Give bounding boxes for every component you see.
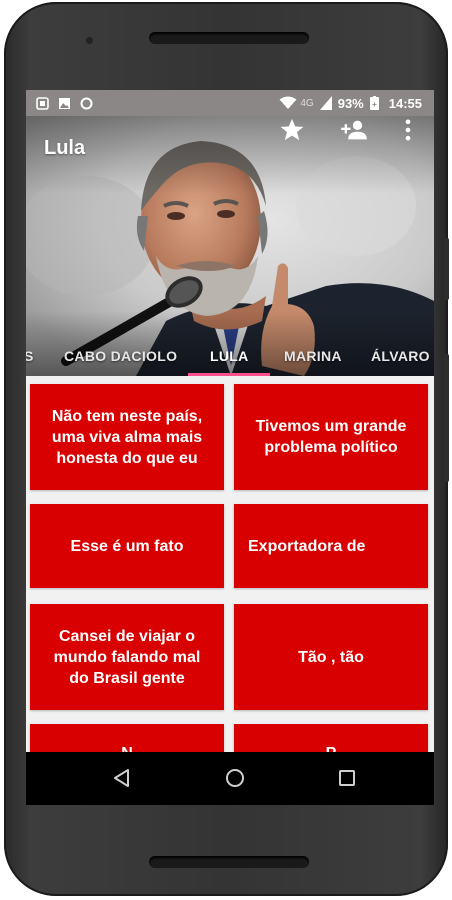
front-camera	[86, 37, 93, 44]
image-icon	[59, 97, 70, 109]
power-button	[444, 354, 449, 482]
screen: 4G 93% + 14:55 Lula S CABO DACIOLO LULA …	[26, 90, 434, 805]
phrase-button[interactable]: Tivemos um grande problema político	[234, 384, 428, 490]
network-label: 4G	[300, 97, 314, 109]
top-speaker	[149, 32, 309, 44]
notification-icon	[36, 96, 49, 110]
phone-frame: 4G 93% + 14:55 Lula S CABO DACIOLO LULA …	[4, 2, 449, 896]
phrase-grid: Não tem neste país, uma viva alma mais h…	[26, 376, 434, 764]
volume-button	[444, 238, 449, 300]
navigation-bar	[26, 752, 434, 805]
phrase-button[interactable]: Não tem neste país, uma viva alma mais h…	[30, 384, 224, 490]
svg-text:+: +	[372, 100, 377, 109]
signal-icon	[319, 96, 332, 110]
battery-percent: 93%	[337, 95, 364, 111]
phrase-button[interactable]: Cansei de viajar o mundo falando mal do …	[30, 604, 224, 710]
status-bar: 4G 93% + 14:55	[26, 90, 434, 116]
phrase-button[interactable]: Exportadora de	[234, 504, 428, 588]
phrase-button[interactable]: Esse é um fato	[30, 504, 224, 588]
phrase-button[interactable]: Tão , tão	[234, 604, 428, 710]
tab-marina[interactable]: MARINA	[284, 348, 342, 364]
tab-lula[interactable]: LULA	[210, 348, 249, 364]
bottom-speaker	[149, 856, 309, 868]
back-icon[interactable]	[110, 766, 134, 790]
battery-icon: +	[369, 96, 379, 110]
circle-icon	[80, 97, 93, 109]
tab-alvaro[interactable]: ÁLVARO	[371, 348, 430, 364]
header-photo: Lula S CABO DACIOLO LULA MARINA ÁLVARO	[26, 116, 434, 376]
tab-bar: S CABO DACIOLO LULA MARINA ÁLVARO	[26, 338, 434, 376]
tab-previous-partial[interactable]: S	[26, 348, 34, 364]
home-icon[interactable]	[223, 766, 247, 790]
app-toolbar: Lula	[26, 116, 434, 182]
app-title: Lula	[44, 137, 86, 159]
recents-icon[interactable]	[335, 766, 359, 790]
wifi-icon	[279, 96, 297, 109]
more-vert-icon[interactable]	[394, 116, 422, 144]
add-person-icon[interactable]	[340, 116, 368, 144]
star-icon[interactable]	[278, 116, 306, 144]
tab-cabo-daciolo[interactable]: CABO DACIOLO	[64, 348, 177, 364]
clock: 14:55	[388, 95, 422, 111]
